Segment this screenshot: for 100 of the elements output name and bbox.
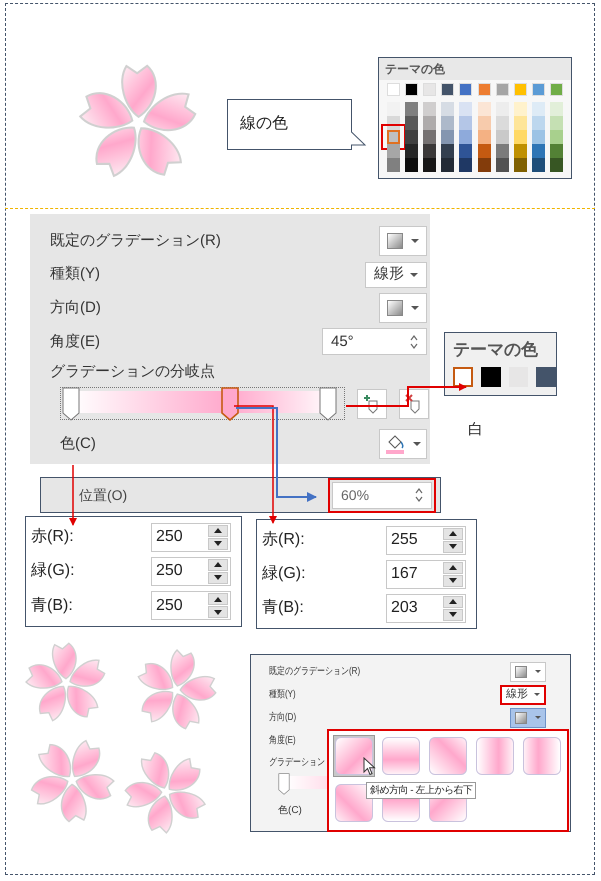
channel-field[interactable]: 250 (151, 556, 231, 586)
channel-field[interactable]: 250 (151, 522, 231, 552)
color-swatch[interactable] (404, 144, 418, 158)
add-stop-button[interactable] (357, 388, 387, 419)
gradient-swatch-icon (387, 232, 403, 249)
color-swatch[interactable] (532, 158, 546, 172)
color-swatch[interactable] (514, 102, 527, 116)
palette-title: テーマの色 (453, 339, 539, 361)
color-swatch[interactable] (496, 158, 509, 172)
spin-up-button[interactable] (443, 562, 463, 574)
gradient-stop-handle[interactable] (278, 773, 290, 795)
color-swatch[interactable] (532, 102, 546, 116)
color-swatch[interactable] (536, 367, 556, 387)
channel-field[interactable]: 203 (386, 594, 466, 622)
color-swatch[interactable] (459, 144, 472, 158)
color-swatch[interactable] (422, 130, 436, 144)
color-swatch[interactable] (532, 130, 546, 144)
color-swatch[interactable] (478, 116, 491, 130)
up-triangle-icon (214, 596, 222, 602)
palette-title: テーマの色 (385, 61, 445, 78)
spin-down-button[interactable] (443, 574, 463, 586)
gallery-button[interactable] (510, 708, 546, 728)
color-swatch[interactable] (404, 158, 418, 172)
spin-down-button[interactable] (208, 606, 228, 618)
gradient-direction-tile[interactable] (474, 735, 516, 777)
channel-label: 緑(G): (262, 564, 306, 584)
color-name-label: 白 (468, 420, 483, 440)
color-swatch[interactable] (514, 144, 527, 158)
gallery-button[interactable] (379, 226, 427, 256)
color-swatch[interactable] (386, 144, 400, 158)
color-swatch[interactable] (386, 158, 400, 172)
gallery-button[interactable] (510, 662, 546, 682)
color-swatch[interactable] (422, 116, 436, 130)
color-swatch[interactable] (478, 130, 491, 144)
color-swatch[interactable] (496, 102, 509, 116)
color-swatch[interactable] (441, 102, 454, 116)
setting-label: 種類(Y) (50, 264, 100, 284)
color-swatch[interactable] (459, 130, 472, 144)
color-swatch[interactable] (441, 144, 454, 158)
color-swatch[interactable] (514, 130, 527, 144)
color-swatch[interactable] (478, 144, 491, 158)
color-swatch[interactable] (422, 144, 436, 158)
gradient-stop-handle[interactable] (62, 387, 80, 422)
spin-up-button[interactable] (443, 596, 463, 608)
spin-up-button[interactable] (443, 528, 463, 540)
color-swatch[interactable] (459, 102, 472, 116)
channel-field[interactable]: 250 (151, 591, 231, 620)
gradient-stop-slider[interactable] (60, 387, 345, 420)
spin-down-button[interactable] (443, 540, 463, 552)
spin-up-button[interactable] (208, 558, 228, 571)
color-swatch[interactable] (453, 367, 473, 387)
channel-field[interactable]: 167 (386, 560, 466, 588)
type-dropdown[interactable]: 線形 (365, 262, 427, 288)
gradient-direction-tile[interactable] (427, 735, 469, 777)
color-swatch[interactable] (422, 158, 436, 172)
gradient-stop-handle[interactable] (319, 387, 337, 422)
color-swatch[interactable] (441, 116, 454, 130)
color-swatch[interactable] (550, 144, 564, 158)
setting-label: 方向(D) (50, 298, 101, 318)
gradient-direction-tile[interactable] (333, 735, 375, 777)
color-swatch[interactable] (514, 116, 527, 130)
color-swatch[interactable] (550, 158, 564, 172)
color-swatch[interactable] (441, 158, 454, 172)
channel-field[interactable]: 255 (386, 526, 466, 554)
color-swatch[interactable] (550, 116, 564, 130)
color-swatch[interactable] (532, 144, 546, 158)
color-swatch[interactable] (496, 130, 509, 144)
color-swatch[interactable] (404, 102, 418, 116)
color-swatch[interactable] (404, 130, 418, 144)
fill-color-button[interactable] (379, 429, 427, 460)
spin-up-button[interactable] (208, 524, 228, 537)
gradient-stop-handle[interactable] (221, 387, 239, 422)
gallery-button[interactable] (379, 293, 427, 324)
color-swatch[interactable] (480, 367, 501, 387)
color-swatch[interactable] (478, 102, 491, 116)
color-swatch[interactable] (422, 102, 436, 116)
up-triangle-icon (449, 565, 457, 570)
gradient-swatch-icon (387, 300, 403, 316)
spin-down-button[interactable] (208, 538, 228, 550)
gradient-direction-tile[interactable] (380, 735, 422, 777)
angle-field[interactable]: 45° (322, 328, 427, 356)
color-swatch[interactable] (478, 158, 491, 172)
color-swatch[interactable] (550, 102, 564, 116)
type-dropdown[interactable]: 線形 (500, 684, 546, 704)
color-swatch[interactable] (550, 130, 564, 144)
spin-down-button[interactable] (443, 608, 463, 620)
spin-up-button[interactable] (208, 593, 228, 606)
color-swatch[interactable] (404, 116, 418, 130)
color-swatch[interactable] (386, 102, 400, 116)
setting-label: 既定のグラデーション(R) (50, 230, 221, 251)
color-swatch[interactable] (496, 116, 509, 130)
color-swatch[interactable] (514, 158, 527, 172)
spin-down-button[interactable] (208, 572, 228, 584)
gradient-direction-tile[interactable] (521, 735, 563, 777)
color-swatch[interactable] (496, 144, 509, 158)
color-swatch[interactable] (459, 116, 472, 130)
color-swatch[interactable] (459, 158, 472, 172)
color-swatch[interactable] (532, 116, 546, 130)
color-swatch[interactable] (441, 130, 454, 144)
remove-stop-button[interactable] (399, 388, 429, 419)
